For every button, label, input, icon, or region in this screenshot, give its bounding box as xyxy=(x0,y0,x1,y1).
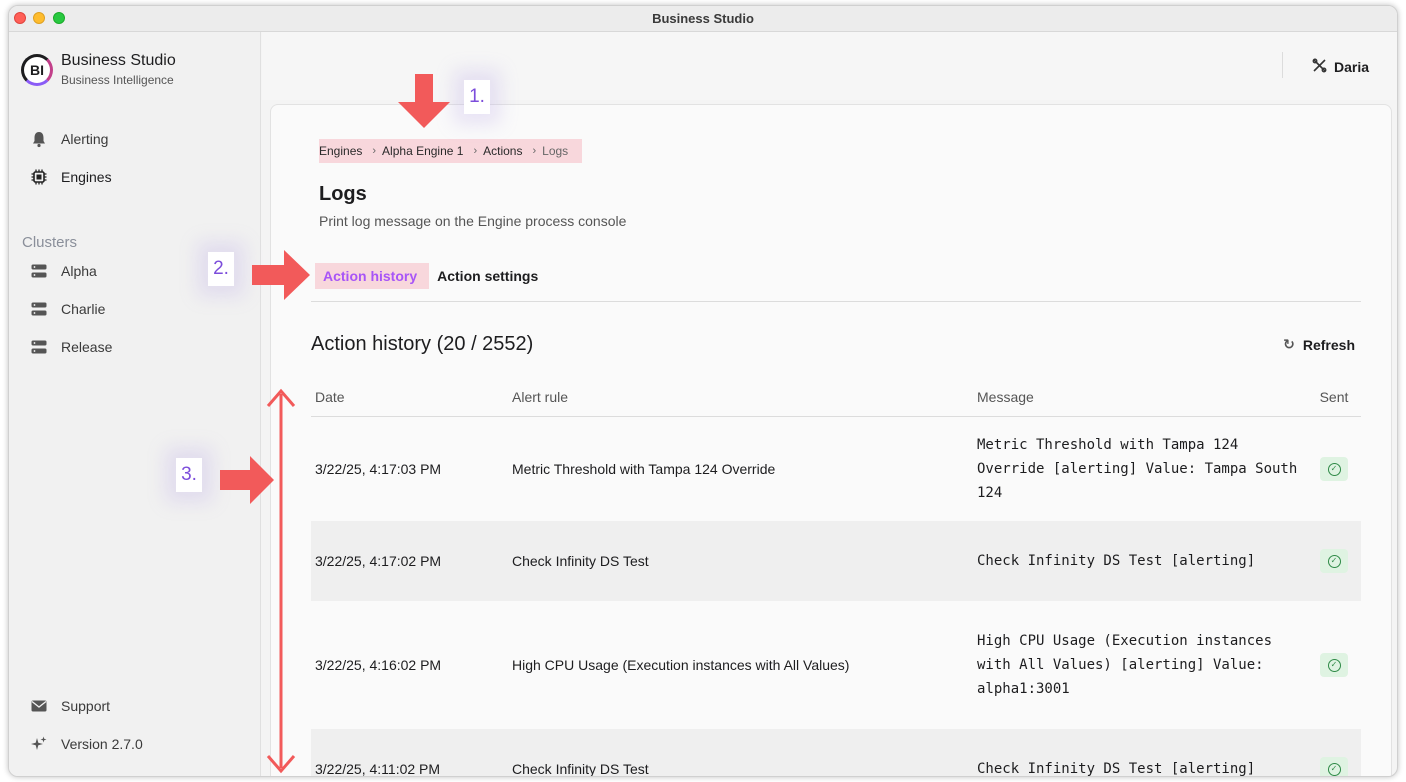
row-date: 3/22/25, 4:16:02 PM xyxy=(315,657,442,673)
chip-icon xyxy=(29,167,49,187)
row-message: High CPU Usage (Execution instances with… xyxy=(977,633,1273,697)
row-sent: ✓ xyxy=(1307,549,1361,573)
user-menu-button[interactable]: Daria xyxy=(1312,58,1369,76)
brand-subtitle: Business Intelligence xyxy=(61,73,174,87)
action-history-title: Action history (20 / 2552) xyxy=(311,333,534,355)
sidebar-item-engines[interactable]: Engines xyxy=(29,167,112,187)
breadcrumb: Engines › Alpha Engine 1 › Actions › Log… xyxy=(319,139,583,163)
brand-name: Business Studio xyxy=(61,52,176,69)
check-circle-icon: ✓ xyxy=(1327,762,1341,776)
sent-badge: ✓ xyxy=(1320,549,1348,573)
sidebar-item-label: Engines xyxy=(61,169,112,185)
refresh-button[interactable]: ↻ Refresh xyxy=(1283,336,1355,353)
page-title: Logs xyxy=(319,183,367,205)
table-row[interactable]: 3/22/25, 4:11:02 PM Check Infinity DS Te… xyxy=(311,729,1361,777)
row-message: Check Infinity DS Test [alerting] xyxy=(977,553,1256,569)
table-row[interactable]: 3/22/25, 4:17:02 PM Check Infinity DS Te… xyxy=(311,521,1361,601)
user-name: Daria xyxy=(1333,59,1369,75)
server-icon xyxy=(29,261,49,281)
sidebar-item-label: Charlie xyxy=(61,301,106,317)
check-circle-icon: ✓ xyxy=(1327,462,1341,476)
row-sent: ✓ xyxy=(1307,653,1361,677)
row-sent: ✓ xyxy=(1307,457,1361,481)
row-message: Metric Threshold with Tampa 124 Override… xyxy=(977,437,1298,501)
breadcrumb-engines[interactable]: Engines xyxy=(319,144,362,158)
column-header-sent[interactable]: Sent xyxy=(1307,389,1361,405)
sidebar-item-label: Alerting xyxy=(61,131,109,147)
tabs: Action history Action settings xyxy=(315,263,550,289)
bell-icon xyxy=(29,129,49,149)
breadcrumb-alpha-engine[interactable]: Alpha Engine 1 xyxy=(382,144,463,158)
title-bar: Business Studio xyxy=(9,6,1397,32)
annotation-label-3: 3. xyxy=(176,458,202,492)
row-date: 3/22/25, 4:11:02 PM xyxy=(315,761,441,777)
row-alert-rule: High CPU Usage (Execution instances with… xyxy=(512,657,850,673)
divider xyxy=(311,301,1361,302)
sidebar-item-label: Support xyxy=(61,698,111,714)
sent-badge: ✓ xyxy=(1320,457,1348,481)
column-header-alert-rule[interactable]: Alert rule xyxy=(512,389,977,405)
chevron-right-icon: › xyxy=(532,145,537,157)
version-text: Version 2.7.0 xyxy=(61,736,143,752)
row-alert-rule: Check Infinity DS Test xyxy=(512,761,649,777)
column-header-date[interactable]: Date xyxy=(311,389,512,405)
page-description: Print log message on the Engine process … xyxy=(319,213,627,229)
annotation-label-1: 1. xyxy=(464,80,490,114)
clusters-heading: Clusters xyxy=(22,234,78,251)
sidebar-item-charlie[interactable]: Charlie xyxy=(29,299,105,319)
breadcrumb-logs: Logs xyxy=(542,144,569,158)
annotation-label-2: 2. xyxy=(208,252,234,286)
app-window: Business Studio BI Business Studio Busin… xyxy=(8,5,1398,777)
column-header-message[interactable]: Message xyxy=(977,389,1307,405)
table-row[interactable]: 3/22/25, 4:16:02 PM High CPU Usage (Exec… xyxy=(311,601,1361,729)
row-sent: ✓ xyxy=(1307,757,1361,776)
chevron-right-icon: › xyxy=(473,145,478,157)
main-content: Engines › Alpha Engine 1 › Actions › Log… xyxy=(270,104,1392,777)
tools-icon xyxy=(1312,58,1327,76)
brand-logo: BI xyxy=(21,53,53,86)
server-icon xyxy=(29,337,49,357)
divider xyxy=(1282,52,1283,78)
annotation-arrow-down xyxy=(398,74,450,128)
brand[interactable]: BI Business Studio Business Intelligence xyxy=(21,52,176,87)
server-icon xyxy=(29,299,49,319)
sidebar-item-alpha[interactable]: Alpha xyxy=(29,261,97,281)
version-label: Version 2.7.0 xyxy=(29,734,143,754)
sidebar-item-release[interactable]: Release xyxy=(29,337,112,357)
refresh-label: Refresh xyxy=(1302,336,1355,353)
sent-badge: ✓ xyxy=(1320,757,1348,776)
annotation-arrow-right xyxy=(252,250,310,300)
window-title: Business Studio xyxy=(652,11,754,26)
row-message: Check Infinity DS Test [alerting] xyxy=(977,761,1256,777)
mail-icon xyxy=(29,696,49,716)
row-date: 3/22/25, 4:17:03 PM xyxy=(315,461,442,477)
sidebar-item-label: Alpha xyxy=(61,263,97,279)
table-row[interactable]: 3/22/25, 4:17:03 PM Metric Threshold wit… xyxy=(311,417,1361,521)
annotation-double-arrow xyxy=(266,388,296,774)
row-date: 3/22/25, 4:17:02 PM xyxy=(315,553,442,569)
check-circle-icon: ✓ xyxy=(1327,658,1341,672)
chevron-right-icon: › xyxy=(372,145,377,157)
sent-badge: ✓ xyxy=(1320,653,1348,677)
sidebar: BI Business Studio Business Intelligence… xyxy=(9,32,261,776)
action-history-table: Date Alert rule Message Sent 3/22/25, 4:… xyxy=(311,377,1361,777)
sidebar-item-support[interactable]: Support xyxy=(29,696,110,716)
sidebar-item-alerting[interactable]: Alerting xyxy=(29,129,108,149)
tab-action-history[interactable]: Action history xyxy=(315,263,430,289)
table-header: Date Alert rule Message Sent xyxy=(311,377,1361,417)
sparkles-icon xyxy=(29,734,49,754)
tab-action-settings[interactable]: Action settings xyxy=(429,263,550,289)
check-circle-icon: ✓ xyxy=(1327,554,1341,568)
sidebar-item-label: Release xyxy=(61,339,113,355)
breadcrumb-actions[interactable]: Actions xyxy=(483,144,522,158)
refresh-icon: ↻ xyxy=(1283,336,1295,352)
row-alert-rule: Check Infinity DS Test xyxy=(512,553,649,569)
row-alert-rule: Metric Threshold with Tampa 124 Override xyxy=(512,461,776,477)
